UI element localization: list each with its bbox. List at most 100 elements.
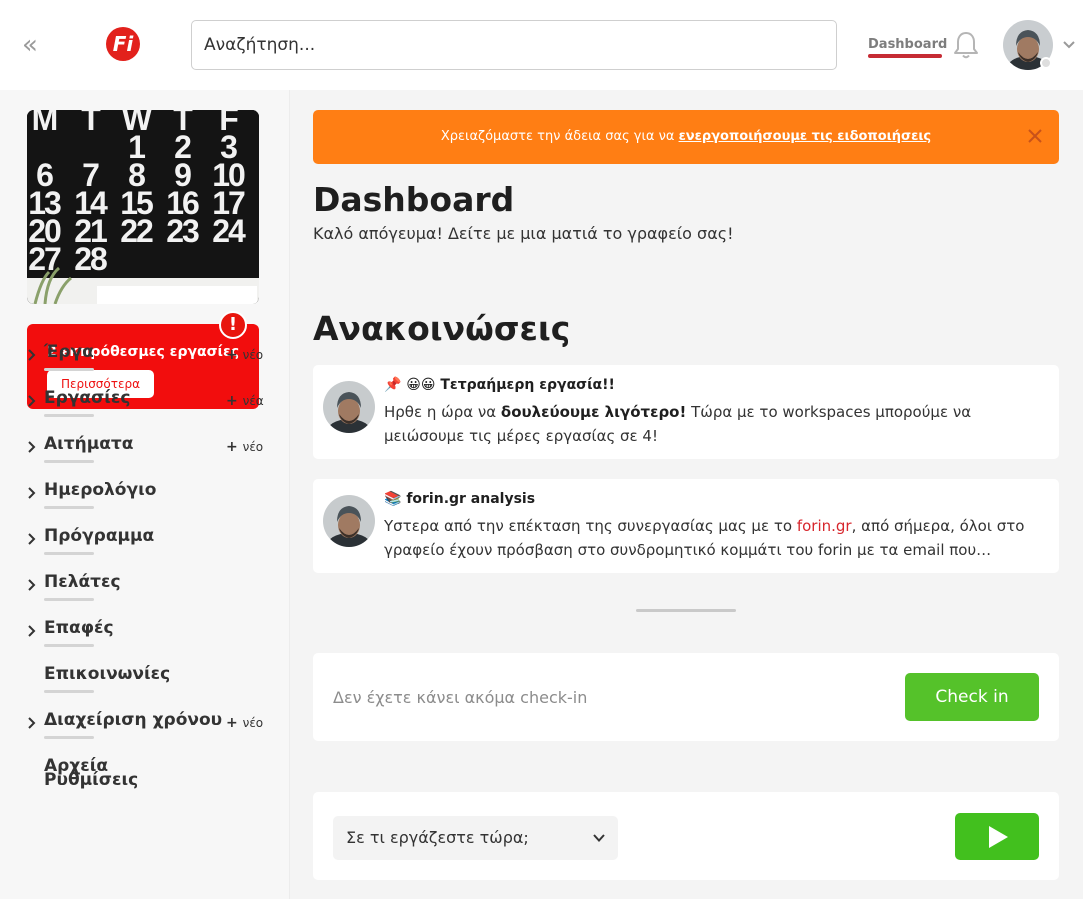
- sidebar-item[interactable]: Αιτήματα + νέο: [26, 434, 266, 474]
- add-new-label: νέο: [242, 440, 264, 454]
- sidebar-item-underline: [44, 644, 94, 647]
- calendar-day-label: F: [219, 110, 238, 137]
- add-new-label: νέο: [242, 348, 264, 362]
- search-input[interactable]: [191, 20, 837, 70]
- sidebar-item[interactable]: Πελάτες: [26, 572, 266, 612]
- sidebar-item-label: Πρόγραμμα: [44, 526, 155, 546]
- exclamation-icon: !: [219, 311, 247, 339]
- play-icon: [989, 826, 1008, 848]
- chevron-right-icon[interactable]: [26, 578, 38, 592]
- plus-icon: +: [226, 439, 243, 455]
- chevron-down-icon[interactable]: [1061, 36, 1077, 52]
- calendar-day-label: W: [122, 110, 153, 137]
- bell-icon[interactable]: [952, 30, 980, 60]
- sidebar-item-label: Ρυθμίσεις: [44, 770, 139, 790]
- add-new-label: νέα: [242, 394, 264, 408]
- chevron-right-icon[interactable]: [26, 624, 38, 638]
- active-tab-underline: [868, 54, 942, 58]
- status-indicator: [1040, 57, 1052, 69]
- sidebar-item[interactable]: Εργασίες + νέα: [26, 388, 266, 428]
- add-new-link[interactable]: + νέο: [226, 715, 263, 731]
- chevron-right-icon[interactable]: [26, 532, 38, 546]
- sidebar-item-label: Έργα: [44, 342, 94, 362]
- announcement-body: Ηρθε η ώρα να δουλεύουμε λιγότερο! Τώρα …: [384, 400, 1034, 448]
- calendar-day-label: M: [32, 110, 57, 137]
- author-avatar: [323, 495, 375, 547]
- sidebar-item-underline: [44, 690, 94, 693]
- add-new-link[interactable]: + νέο: [226, 439, 263, 455]
- chevron-right-icon[interactable]: [26, 394, 38, 408]
- body-text: Υστερα από την επέκταση της συνεργασίας …: [384, 517, 797, 535]
- announcements-title: Ανακοινώσεις: [313, 309, 571, 348]
- calendar-day-label: T: [173, 110, 193, 137]
- sidebar-item[interactable]: Διαχείριση χρόνου + νέο: [26, 710, 266, 750]
- start-timer-button[interactable]: [955, 813, 1039, 860]
- sidebar-item[interactable]: Πρόγραμμα: [26, 526, 266, 566]
- sidebar-item[interactable]: Επικοινωνίες: [26, 664, 266, 704]
- checkin-card: Δεν έχετε κάνει ακόμα check-in Check in: [313, 653, 1059, 741]
- forin-link[interactable]: forin.gr: [797, 517, 852, 535]
- announcement-title-text: forin.gr analysis: [406, 491, 536, 507]
- sidebar-item-label: Πελάτες: [44, 572, 121, 592]
- sidebar-item-label: Επαφές: [44, 618, 114, 638]
- author-avatar: [323, 381, 375, 433]
- body-text: Ηρθε η ώρα να: [384, 403, 501, 421]
- sidebar-item-label: Ημερολόγιο: [44, 480, 157, 500]
- sidebar-item-underline: [44, 460, 94, 463]
- calendar-day-label: 6: [36, 157, 53, 193]
- sidebar-item-underline: [44, 506, 94, 509]
- calendar-image: 28 27 24 23 22 21 20 17 16 15 14 13 10 9 8 7 6 3 2 1 F T W T M: [27, 110, 259, 304]
- notification-permission-banner: Χρειαζόμαστε την άδεια σας για να ενεργο…: [313, 110, 1059, 164]
- top-bar: « Fi Dashboard: [0, 0, 1083, 90]
- add-new-label: νέο: [242, 716, 264, 730]
- pin-emoji-icon: 📌 😀😀: [384, 377, 441, 393]
- close-icon[interactable]: [1027, 128, 1043, 144]
- dashboard-link[interactable]: Dashboard: [868, 37, 947, 52]
- banner-text: Χρειαζόμαστε την άδεια σας για να: [440, 129, 679, 144]
- greeting-text: Καλό απόγευμα! Δείτε με μια ματιά το γρα…: [313, 224, 734, 243]
- sidebar: 28 27 24 23 22 21 20 17 16 15 14 13 10 9 8 7 6 3 2 1 F T W T M 2…: [0, 90, 290, 899]
- carousel-scrollbar[interactable]: [636, 609, 736, 612]
- sidebar-item-underline: [44, 736, 94, 739]
- books-emoji-icon: 📚: [384, 491, 407, 507]
- add-new-link[interactable]: + νέο: [226, 347, 263, 363]
- sidebar-item-underline: [44, 598, 94, 601]
- add-new-link[interactable]: + νέα: [226, 393, 264, 409]
- plus-icon: +: [226, 715, 243, 731]
- plus-icon: +: [226, 347, 243, 363]
- sidebar-item-label: Διαχείριση χρόνου: [44, 710, 223, 730]
- task-select[interactable]: Σε τι εργάζεστε τώρα;: [333, 816, 618, 860]
- plus-icon: +: [226, 393, 243, 409]
- announcement-title: 📌 😀😀 Τετραήμερη εργασία!!: [384, 377, 615, 393]
- sidebar-item-label: Αιτήματα: [44, 434, 134, 454]
- double-chevron-left-icon[interactable]: «: [22, 32, 46, 58]
- announcement-card[interactable]: 📌 😀😀 Τετραήμερη εργασία!! Ηρθε η ώρα να …: [313, 365, 1059, 459]
- sidebar-item[interactable]: Ημερολόγιο: [26, 480, 266, 520]
- chevron-down-icon: [593, 834, 605, 842]
- task-select-placeholder: Σε τι εργάζεστε τώρα;: [346, 828, 529, 847]
- chevron-right-icon[interactable]: [26, 716, 38, 730]
- sidebar-item-underline: [44, 552, 94, 555]
- check-in-button[interactable]: Check in: [905, 673, 1039, 721]
- body-bold-text: δουλεύουμε λιγότερο!: [500, 403, 687, 421]
- chevron-right-icon[interactable]: [26, 440, 38, 454]
- sidebar-item-underline: [44, 414, 94, 417]
- announcement-card[interactable]: 📚 forin.gr analysis Υστερα από την επέκτ…: [313, 479, 1059, 573]
- checkin-status-text: Δεν έχετε κάνει ακόμα check-in: [333, 688, 588, 707]
- sidebar-item[interactable]: Έργα + νέο: [26, 342, 266, 382]
- calendar-day-label: T: [81, 110, 101, 137]
- announcement-title-text: Τετραήμερη εργασία!!: [440, 377, 615, 393]
- chevron-right-icon[interactable]: [26, 486, 38, 500]
- announcement-body: Υστερα από την επέκταση της συνεργασίας …: [384, 514, 1034, 562]
- enable-notifications-link[interactable]: ενεργοποιήσουμε τις ειδοποιήσεις: [679, 129, 932, 144]
- app-logo[interactable]: Fi: [106, 27, 140, 61]
- sidebar-item[interactable]: Επαφές: [26, 618, 266, 658]
- announcement-title: 📚 forin.gr analysis: [384, 491, 535, 507]
- sidebar-item-label: Επικοινωνίες: [44, 664, 171, 684]
- sidebar-item-underline: [44, 368, 94, 371]
- time-tracker-card: Σε τι εργάζεστε τώρα;: [313, 792, 1059, 880]
- page-title: Dashboard: [313, 180, 515, 219]
- chevron-right-icon[interactable]: [26, 348, 38, 362]
- calendar-day-label: 7: [82, 157, 99, 193]
- sidebar-item[interactable]: Ρυθμίσεις: [26, 770, 266, 810]
